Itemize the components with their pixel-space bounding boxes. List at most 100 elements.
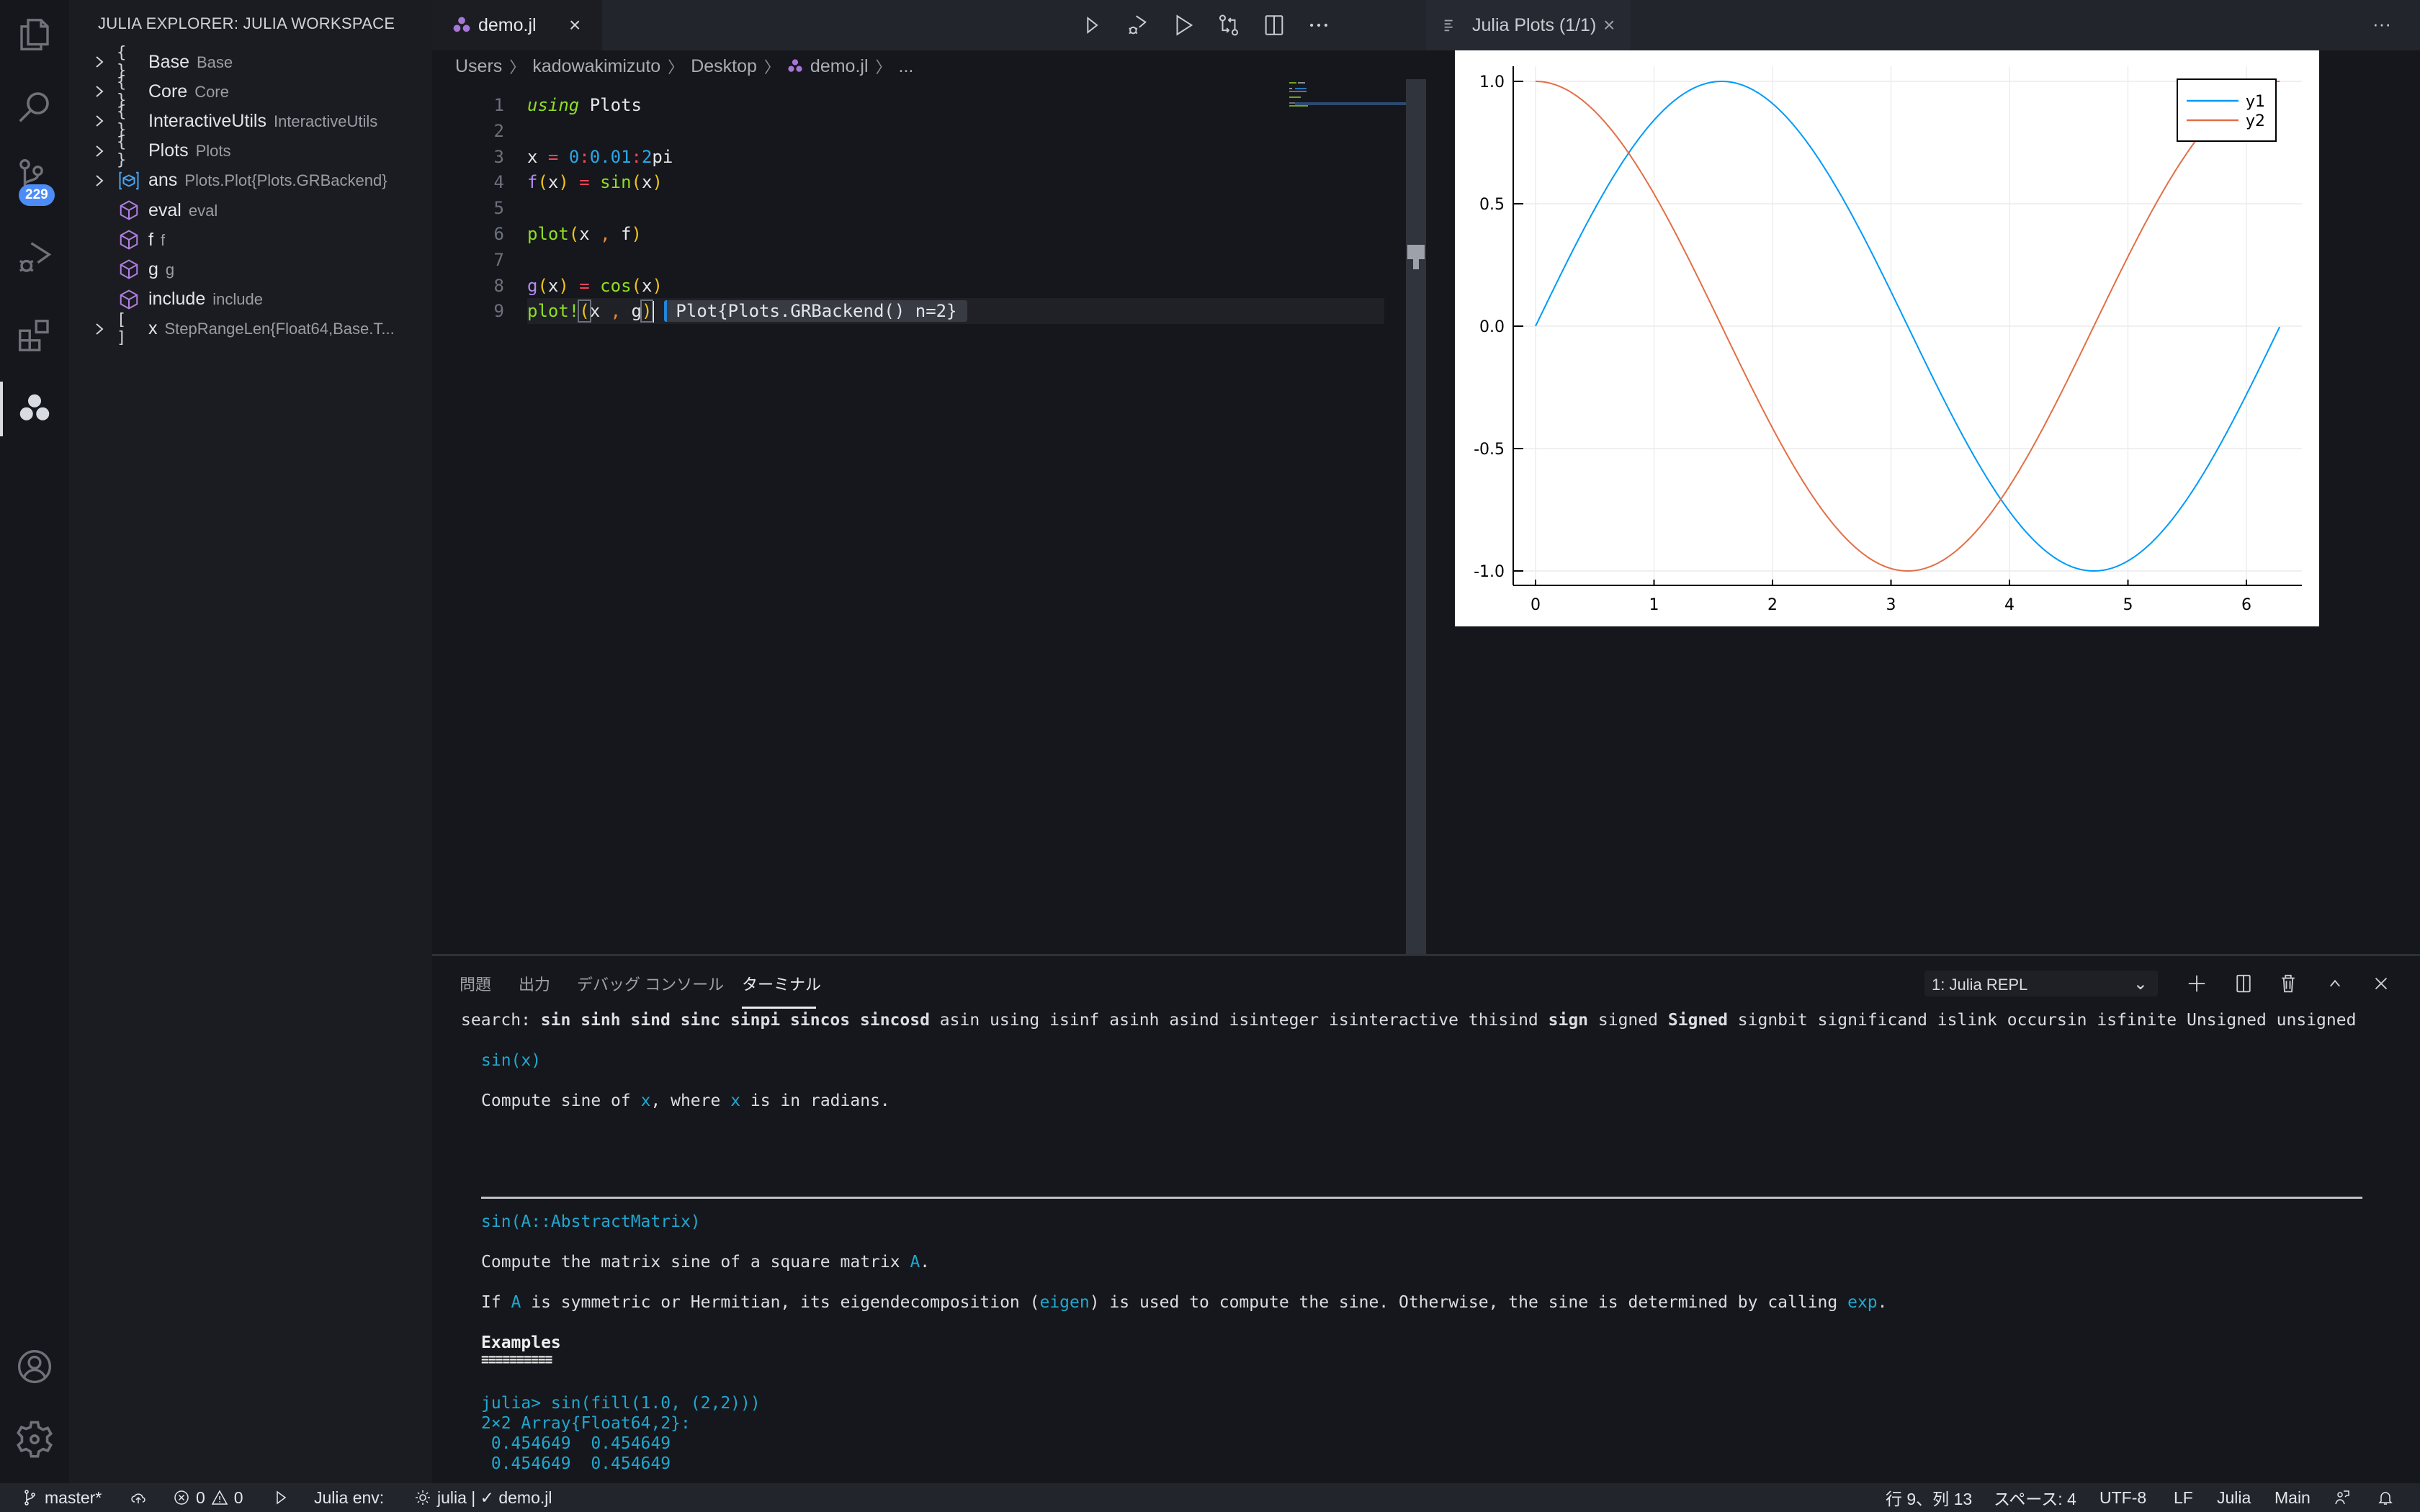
code-token: x <box>641 275 653 296</box>
activity-manage[interactable] <box>0 1404 69 1473</box>
code-line-6[interactable]: 6 plot(x , f) <box>432 221 1426 247</box>
feedback-button[interactable] <box>2334 1488 2351 1508</box>
activity-accounts[interactable] <box>0 1332 69 1401</box>
code-token: x <box>589 301 611 322</box>
breadcrumb-symbols[interactable]: ... <box>899 56 914 77</box>
tree-item-x[interactable]: [ ] x StepRangeLen{Float64,Base.T... <box>69 310 432 347</box>
tab-close-icon[interactable]: × <box>569 14 581 37</box>
inline-eval-result[interactable]: Plot{Plots.GRBackend() n=2} <box>664 300 967 323</box>
code-line-7[interactable]: 7 <box>432 247 1426 273</box>
search-match: sin <box>540 1011 571 1030</box>
breadcrumb-users[interactable]: Users <box>455 56 502 77</box>
compare-changes-button[interactable] <box>1214 10 1244 40</box>
code-line-1[interactable]: 1 using Plots <box>432 92 1426 118</box>
activity-search[interactable] <box>0 72 69 141</box>
activity-explorer[interactable] <box>0 0 69 69</box>
encoding[interactable]: UTF-8 <box>2099 1488 2146 1508</box>
indentation[interactable]: スペース: 4 <box>1994 1488 2076 1508</box>
chevron-right-icon[interactable] <box>91 170 108 192</box>
julia-module[interactable]: Main <box>2275 1488 2311 1508</box>
warning-icon <box>211 1490 228 1505</box>
sync-button[interactable] <box>130 1488 147 1508</box>
run-file-button[interactable] <box>1168 10 1198 40</box>
code-token: ) <box>558 275 569 296</box>
close-panel-button[interactable] <box>2367 969 2396 998</box>
split-terminal-button[interactable] <box>2229 969 2258 998</box>
git-branch[interactable]: master* <box>22 1488 102 1508</box>
run-button[interactable] <box>1077 10 1107 40</box>
code-line-8[interactable]: 8 g(x) = cos(x) <box>432 273 1426 299</box>
kill-terminal-button[interactable] <box>2274 969 2303 998</box>
search-match: islink <box>1937 1011 1997 1030</box>
code-token: pi <box>652 146 673 167</box>
code-line-3[interactable]: 3x = 0:0.01:2pi <box>432 144 1426 170</box>
more-actions-button[interactable] <box>1304 10 1334 40</box>
new-terminal-button[interactable] <box>2182 969 2211 998</box>
code-line-9[interactable]: 9 plot!(x , g) Plot{Plots.GRBackend() n=2} <box>494 298 1384 325</box>
maximize-panel-button[interactable] <box>2321 969 2349 998</box>
chevron-right-icon[interactable] <box>91 51 108 73</box>
chevron-right-icon[interactable] <box>91 318 108 340</box>
tree-item-g[interactable]: gg <box>69 253 432 285</box>
code-line-4[interactable]: 4 f(x) = sin(x) <box>432 169 1426 195</box>
language-mode[interactable]: Julia <box>2217 1488 2251 1508</box>
breadcrumb-user[interactable]: kadowakimizuto <box>532 56 660 77</box>
variable-name: Plots <box>148 140 189 161</box>
julia-env-label[interactable]: Julia env: <box>314 1488 384 1508</box>
tab-demo-jl[interactable]: demo.jl × <box>432 0 602 50</box>
code-editor[interactable]: 1 using Plots 2 3 x = 0:0.01:2pi 4 f(x) = sin(… <box>432 79 1426 954</box>
activity-julia[interactable] <box>0 374 69 444</box>
plot-tab-close-icon[interactable]: × <box>1603 14 1615 37</box>
panel-tab-terminal[interactable]: ターミナル <box>742 972 821 995</box>
bell-icon <box>2378 1492 2393 1505</box>
split-terminal-icon <box>2236 974 2251 993</box>
chevron-right-icon[interactable] <box>91 140 108 162</box>
cursor-position[interactable]: 行 9、列 13 <box>1886 1488 1972 1508</box>
panel-tab-output[interactable]: 出力 <box>519 972 550 995</box>
code-token: using <box>527 95 580 115</box>
breadcrumb-desktop[interactable]: Desktop <box>691 56 757 77</box>
panel-tab-debug-console[interactable]: デバッグ コンソール <box>577 972 724 995</box>
chevron-right-icon: 〉 <box>763 58 780 76</box>
array-icon: [ ] <box>117 310 127 347</box>
end-of-line[interactable]: LF <box>2174 1488 2193 1508</box>
doc-description-3: If A is symmetric or Hermitian, its eige… <box>481 1293 1888 1312</box>
tree-item-plots[interactable]: { } Plots Plots <box>69 133 432 169</box>
variable-name: g <box>148 258 158 279</box>
notifications-button[interactable] <box>2377 1488 2394 1508</box>
tree-item-eval[interactable]: eval eval <box>69 194 432 226</box>
more-icon <box>1309 23 1328 27</box>
scrollbar-thumb[interactable] <box>1413 246 1419 269</box>
tree-item-f[interactable]: ff <box>69 224 432 256</box>
search-match: sinh <box>581 1011 621 1030</box>
tree-item-ans[interactable]: ans Plots.Plot{Plots.GRBackend} <box>69 165 432 197</box>
search-match: sincos <box>790 1011 851 1030</box>
add-terminal-icon <box>2188 975 2205 992</box>
x-tick-label: 5 <box>2123 596 2133 614</box>
code-line-5[interactable]: 5 <box>432 195 1426 221</box>
run-status-button[interactable] <box>272 1488 290 1508</box>
activity-run-debug[interactable] <box>0 223 69 292</box>
tab-julia-plots[interactable]: Julia Plots (1/1) × <box>1426 0 1631 50</box>
chevron-right-icon: 〉 <box>875 58 892 76</box>
extensions-icon <box>19 320 49 351</box>
problems-indicator[interactable]: 0 0 <box>173 1488 243 1508</box>
plot-tab-label: Julia Plots (1/1) <box>1472 14 1597 35</box>
editor-scrollbar[interactable] <box>1406 79 1426 954</box>
split-editor-button[interactable] <box>1259 10 1289 40</box>
terminal-select[interactable]: 1: Julia REPL ⌄ <box>1924 971 2158 996</box>
variable-name: include <box>148 289 206 310</box>
debug-run-button[interactable] <box>1122 10 1152 40</box>
plot-more-icon[interactable]: ··· <box>2372 13 2391 35</box>
tree-item-label: gg <box>148 259 174 280</box>
panel-tab-problems[interactable]: 問題 <box>460 972 491 995</box>
code-line-2[interactable]: 2 <box>432 118 1426 144</box>
chevron-right-icon[interactable] <box>91 81 108 102</box>
module-icon: { } <box>117 103 127 140</box>
activity-extensions[interactable] <box>0 301 69 370</box>
breadcrumb-file[interactable]: demo.jl <box>810 56 869 77</box>
minimap[interactable] <box>1289 79 1404 122</box>
line-number: 9 <box>493 301 504 322</box>
chevron-right-icon[interactable] <box>91 110 108 132</box>
julia-env-status[interactable]: julia | ✓ demo.jl <box>414 1488 552 1508</box>
